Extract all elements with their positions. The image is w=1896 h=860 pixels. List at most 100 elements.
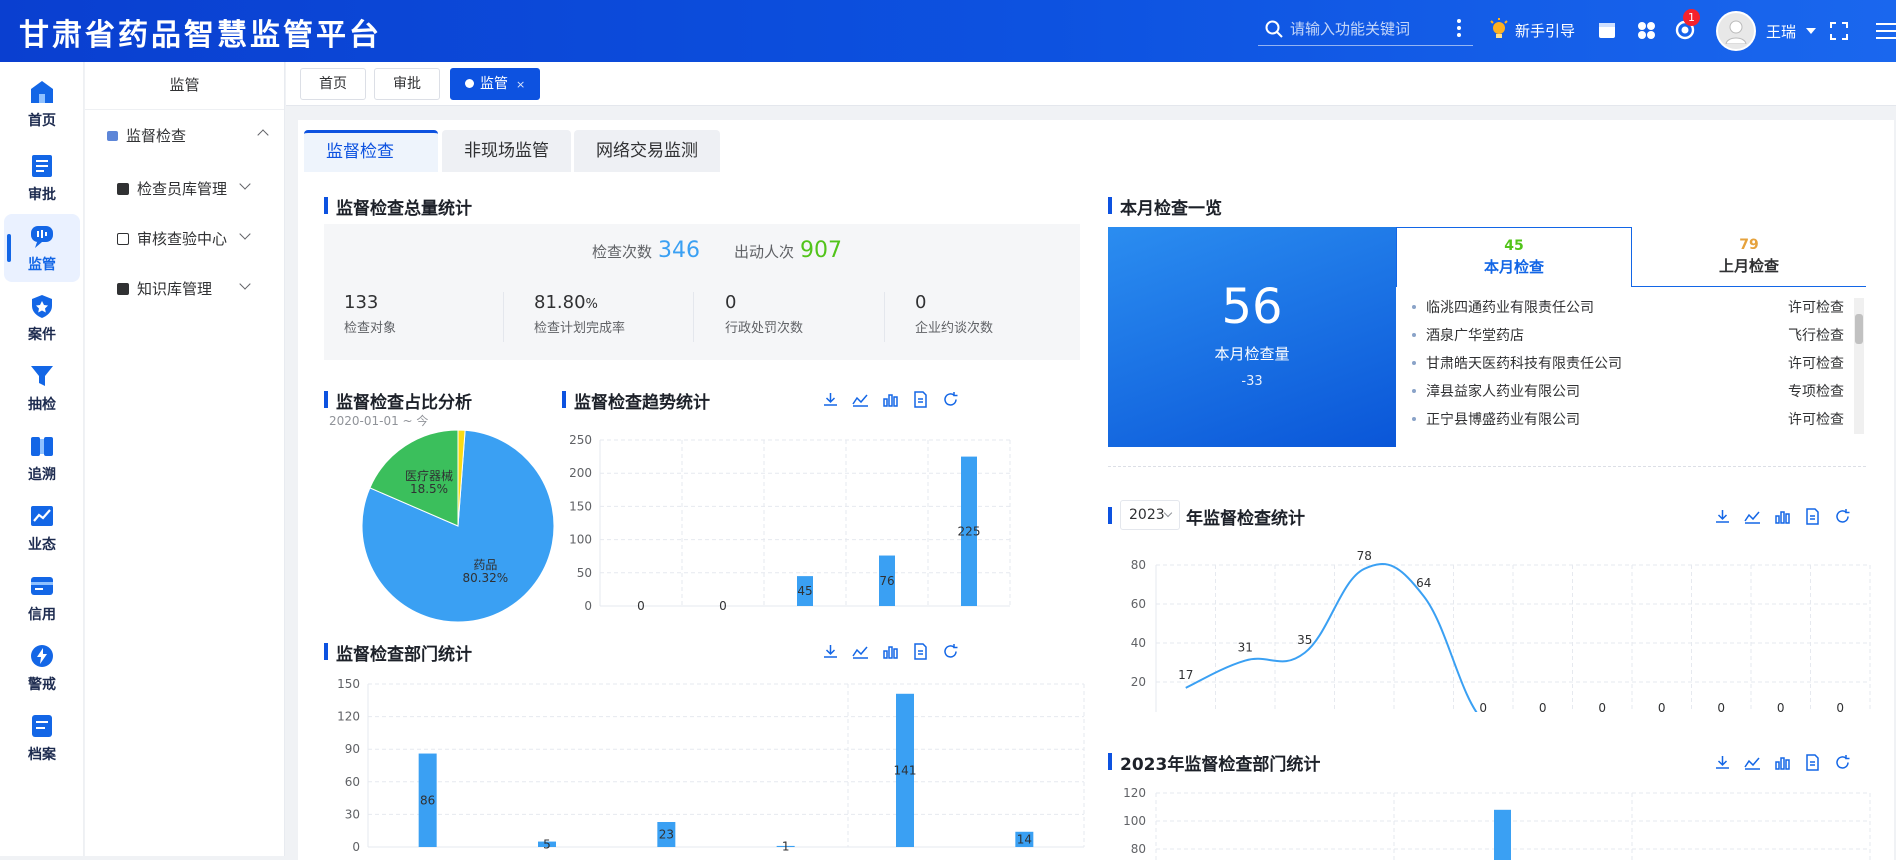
guide-button[interactable]: 新手引导 xyxy=(1489,18,1575,42)
tab-inspection[interactable]: 监督检查 xyxy=(304,130,438,172)
nav-label: 监管 xyxy=(28,257,56,273)
list-item[interactable]: 临洮四通药业有限责任公司 许可检查 xyxy=(1408,293,1848,321)
submenu-item-inspector-library[interactable]: 检查员库管理 xyxy=(117,178,251,199)
last-month-count: 79 xyxy=(1739,237,1759,253)
guide-label: 新手引导 xyxy=(1515,21,1576,40)
data-view-icon[interactable] xyxy=(912,391,929,408)
search-box[interactable] xyxy=(1258,13,1473,46)
submenu-header: 监管 xyxy=(85,62,284,110)
year-value: 2023 xyxy=(1129,507,1165,523)
y-tick-label: 100 xyxy=(569,533,592,547)
company-name: 漳县益家人药业有限公司 xyxy=(1426,384,1580,400)
refresh-icon[interactable] xyxy=(1834,754,1851,771)
page-tab-supervision[interactable]: 监管 × xyxy=(450,68,541,100)
scrollbar-thumb[interactable] xyxy=(1855,314,1863,344)
more-vertical-icon[interactable] xyxy=(1456,18,1462,38)
y-tick-label: 40 xyxy=(1131,636,1146,650)
nav-business[interactable]: 业态 xyxy=(4,494,80,562)
dept-2023-bar-chart: 120 100 80 xyxy=(1123,786,1871,860)
bar-chart-icon[interactable] xyxy=(882,391,899,408)
bar-value-label: 1 xyxy=(782,839,790,853)
page-tab-approval[interactable]: 审批 xyxy=(374,68,440,100)
data-view-icon[interactable] xyxy=(1804,508,1821,525)
data-view-icon[interactable] xyxy=(912,643,929,660)
download-icon[interactable] xyxy=(822,643,839,660)
bar-chart-icon[interactable] xyxy=(1774,508,1791,525)
tab-label: 非现场监管 xyxy=(464,141,549,161)
list-item[interactable]: 甘肃皓天医药科技有限责任公司 许可检查 xyxy=(1408,349,1848,377)
list-item[interactable]: 酒泉广华堂药店 飞行检查 xyxy=(1408,321,1848,349)
inspection-type: 飞行检查 xyxy=(1788,328,1844,344)
chevron-down-icon xyxy=(1163,508,1173,518)
nav-trace[interactable]: 追溯 xyxy=(4,424,80,492)
y-tick-label: 90 xyxy=(345,742,360,756)
tab-label: 网络交易监测 xyxy=(596,141,698,161)
dept-bar-chart: 0 30 60 90 120 150 86 5 23 1 141 14 xyxy=(337,677,1085,854)
refresh-icon[interactable] xyxy=(942,643,959,660)
tab-this-month[interactable]: 45 本月检查 xyxy=(1396,227,1632,287)
bar-chart-icon[interactable] xyxy=(1774,754,1791,771)
refresh-icon[interactable] xyxy=(1834,508,1851,525)
nav-label: 抽检 xyxy=(28,397,56,413)
nav-supervision[interactable]: 监管 xyxy=(4,214,80,282)
id-card-icon xyxy=(117,182,129,195)
line-chart-icon[interactable] xyxy=(852,391,869,408)
close-icon[interactable]: × xyxy=(516,78,525,91)
stat-targets: 133 检查对象 xyxy=(324,292,504,342)
user-menu[interactable]: 王瑞 xyxy=(1716,11,1817,51)
download-icon[interactable] xyxy=(822,391,839,408)
avatar xyxy=(1716,11,1756,51)
line-chart-icon[interactable] xyxy=(1744,508,1761,525)
chart-title-trend: 监督检查趋势统计 xyxy=(562,388,710,413)
company-name: 酒泉广华堂药店 xyxy=(1426,328,1524,344)
fullscreen-icon[interactable] xyxy=(1830,22,1848,40)
refresh-icon[interactable] xyxy=(942,391,959,408)
nav-sampling[interactable]: 抽检 xyxy=(4,354,80,422)
funnel-icon xyxy=(31,366,53,386)
stat-value: 0 xyxy=(915,292,927,313)
nav-credit[interactable]: 信用 xyxy=(4,564,80,632)
data-view-icon[interactable] xyxy=(1804,754,1821,771)
nav-label: 信用 xyxy=(28,607,56,623)
download-icon[interactable] xyxy=(1714,508,1731,525)
submenu-item-audit-center[interactable]: 审核查验中心 xyxy=(117,228,251,249)
page-tab-home[interactable]: 首页 xyxy=(300,68,366,100)
tab-offsite[interactable]: 非现场监管 xyxy=(442,130,571,172)
search-icon[interactable] xyxy=(1264,19,1284,39)
bar-chart-icon[interactable] xyxy=(882,643,899,660)
nav-label: 档案 xyxy=(28,747,56,763)
y-tick-label: 20 xyxy=(1131,675,1146,689)
submenu-item-knowledge-base[interactable]: 知识库管理 xyxy=(117,278,251,299)
list-item[interactable]: 正宁县博盛药业有限公司 许可检查 xyxy=(1408,405,1848,433)
book-icon xyxy=(31,437,53,456)
menu-icon[interactable] xyxy=(1876,22,1896,40)
download-icon[interactable] xyxy=(1714,754,1731,771)
nav-alert[interactable]: 警戒 xyxy=(4,634,80,702)
bar-value-label: 225 xyxy=(958,524,981,538)
apps-grid-icon[interactable] xyxy=(1636,20,1658,42)
nav-archive[interactable]: 档案 xyxy=(4,704,80,772)
bar-value-label: 0 xyxy=(637,599,645,610)
month-delta: -33 xyxy=(1241,374,1263,389)
tab-online-trade[interactable]: 网络交易监测 xyxy=(574,130,720,172)
shield-star-icon xyxy=(32,295,52,318)
line-chart-icon[interactable] xyxy=(1744,754,1761,771)
nav-case[interactable]: 案件 xyxy=(4,284,80,352)
list-icon xyxy=(107,130,118,141)
tab-last-month[interactable]: 79 上月检查 xyxy=(1632,227,1866,287)
archive-icon xyxy=(32,715,52,737)
trend-chart-icon xyxy=(31,506,53,526)
list-item[interactable]: 漳县益家人药业有限公司 专项检查 xyxy=(1408,377,1848,405)
list-scrollbar[interactable] xyxy=(1854,298,1864,434)
window-icon[interactable] xyxy=(1597,20,1619,42)
month-total-panel: 56 本月检查量 -33 xyxy=(1108,227,1396,447)
year-select[interactable]: 2023 xyxy=(1120,500,1180,530)
submenu-item-inspection[interactable]: 监督检查 xyxy=(107,125,269,146)
search-input[interactable] xyxy=(1290,20,1440,38)
point-value-label: 0 xyxy=(1539,701,1547,712)
inspection-type: 许可检查 xyxy=(1788,300,1844,316)
nav-home[interactable]: 首页 xyxy=(4,70,80,138)
nav-approval[interactable]: 审批 xyxy=(4,144,80,212)
line-chart-icon[interactable] xyxy=(852,643,869,660)
point-value-label: 0 xyxy=(1479,701,1487,712)
